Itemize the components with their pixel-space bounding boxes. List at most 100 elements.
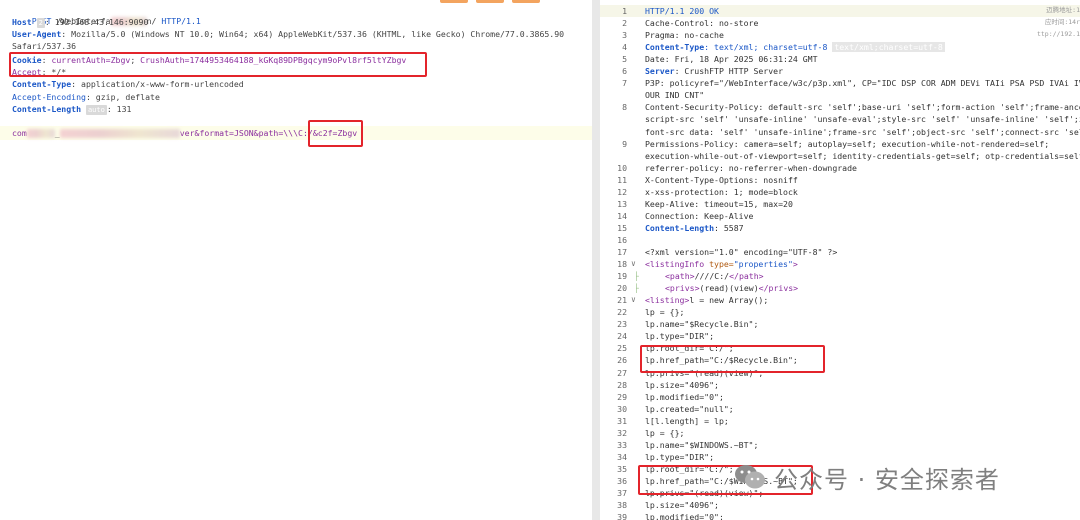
line-number: 15 bbox=[617, 222, 627, 233]
code-token: l[l.length] = lp; bbox=[645, 415, 729, 426]
side-note: 迈腾地址:1 bbox=[1046, 6, 1080, 14]
code-text: l[l.length] = lp; bbox=[645, 415, 729, 427]
line-number: 14 bbox=[617, 210, 627, 221]
code-text: x-xss-protection: 1; mode=block bbox=[645, 186, 798, 198]
line-number: 25 bbox=[617, 343, 627, 354]
code-text: Cache-Control: no-store bbox=[645, 17, 758, 29]
toolbar-button[interactable] bbox=[476, 0, 504, 3]
code-token: <path> bbox=[665, 271, 695, 282]
code-text: lp.modified="0"; bbox=[645, 511, 724, 520]
code-token: Content-Length bbox=[645, 222, 715, 233]
code-token: lp.modified="0"; bbox=[645, 391, 724, 402]
request-line: POST /WebInterfan/ HTTP/1.1 bbox=[12, 5, 201, 26]
code-token: script-src 'self' 'unsafe-inline' 'unsaf… bbox=[645, 114, 1080, 125]
code-text: lp.size="4096"; bbox=[645, 379, 719, 391]
line-number: 1 bbox=[622, 6, 627, 16]
toolbar-button[interactable] bbox=[512, 0, 540, 3]
body-text: ver&format=JSON&path= bbox=[179, 128, 284, 138]
line-number: 13 bbox=[617, 198, 627, 209]
response-line: 8 Content-Security-Policy: default-src 's… bbox=[600, 101, 1080, 113]
code-token: lp.type="DIR"; bbox=[645, 451, 715, 462]
response-line: 20 ├ <privs>(read)(view)</privs> bbox=[600, 282, 1080, 294]
response-line: 32 lp = {}; bbox=[600, 427, 1080, 439]
code-token: Pragma: no-cache bbox=[645, 30, 724, 41]
code-text: X-Content-Type-Options: nosniff bbox=[645, 174, 798, 186]
header-content-type: Content-Type: application/x-www-form-url… bbox=[12, 79, 244, 90]
request-panel[interactable]: POST /WebInterfan/ HTTP/1.1 Host 2: 192.… bbox=[0, 0, 592, 520]
code-token: OUR IND CNT" bbox=[645, 90, 705, 101]
response-line: font-src data: 'self' 'unsafe-inline';fr… bbox=[600, 126, 1080, 138]
line-number: 28 bbox=[617, 379, 627, 390]
response-line: 6 Server: CrushFTP HTTP Server bbox=[600, 65, 1080, 77]
line-number: 21 bbox=[617, 295, 627, 306]
host-chip: 2 bbox=[36, 18, 45, 28]
line-number: 17 bbox=[617, 247, 627, 257]
code-text: <privs>(read)(view)</privs> bbox=[665, 282, 798, 294]
watermark-text: 公众号 · 安全探索者 bbox=[774, 465, 1000, 494]
code-text: Content-Type: text/xml; charset=utf-8 te… bbox=[645, 41, 945, 53]
response-line: 38 lp.size="4096"; bbox=[600, 499, 1080, 511]
line-number: 39 bbox=[617, 512, 627, 520]
response-line: 9 Permissions-Policy: camera=self; autopl… bbox=[600, 138, 1080, 150]
code-text: OUR IND CNT" bbox=[645, 89, 704, 101]
response-line: 28 lp.size="4096"; bbox=[600, 379, 1080, 391]
code-token: </privs> bbox=[758, 283, 799, 294]
code-text: lp = {}; bbox=[645, 427, 684, 439]
code-token: referrer-policy: no-referrer-when-downgr… bbox=[645, 162, 857, 173]
response-line: OUR IND CNT" bbox=[600, 89, 1080, 101]
code-token: P3P: policyref="/WebInterface/w3c/p3p.xm… bbox=[645, 78, 1080, 89]
response-line: 4 Content-Type: text/xml; charset=utf-8 t… bbox=[600, 41, 1080, 53]
response-line: 7 P3P: policyref="/WebInterface/w3c/p3p.x… bbox=[600, 77, 1080, 89]
line-number: 18 bbox=[617, 259, 627, 270]
code-token: <listing> bbox=[645, 295, 690, 306]
code-text: Content-Length: 5587 bbox=[645, 222, 744, 234]
response-line: execution-while-out-of-viewport=self; id… bbox=[600, 150, 1080, 162]
side-note: ttp://192.1 bbox=[1036, 30, 1080, 38]
code-text: lp.type="DIR"; bbox=[645, 330, 714, 342]
response-line: 18 ∨ <listingInfo type="properties"> bbox=[600, 258, 1080, 270]
request-protocol: HTTP/1.1 bbox=[161, 16, 201, 26]
response-line: 22 lp = {}; bbox=[600, 306, 1080, 318]
header-user-agent-cont: Safari/537.36 bbox=[12, 41, 76, 52]
request-toolbar bbox=[0, 0, 592, 3]
line-number: 22 bbox=[617, 307, 627, 318]
response-line: 24 lp.type="DIR"; bbox=[600, 330, 1080, 342]
redacted-area bbox=[26, 129, 55, 138]
line-number: 38 bbox=[617, 500, 627, 511]
code-token: Content-Security-Policy: default-src 'se… bbox=[645, 102, 1080, 113]
response-panel[interactable]: 1 HTTP/1.1 200 OK 2 Cache-Control: no-store… bbox=[600, 0, 1080, 520]
line-number: 5 bbox=[622, 54, 627, 65]
content-type-chip: text/xml;charset=utf-8 bbox=[832, 42, 945, 53]
code-text: lp.type="DIR"; bbox=[645, 451, 714, 463]
code-token: HTTP/1.1 200 OK bbox=[645, 6, 719, 16]
code-token: x-xss-protection: 1; mode=block bbox=[645, 186, 798, 197]
code-token: lp.type="DIR"; bbox=[645, 331, 715, 342]
panel-divider[interactable] bbox=[592, 0, 600, 520]
header-key: Host bbox=[12, 17, 32, 27]
header-accept-encoding: Accept-Encoding: gzip, deflate bbox=[12, 92, 160, 103]
response-line: 19 ├ <path>////C:/</path> bbox=[600, 270, 1080, 282]
code-text: <listing>l = new Array(); bbox=[645, 294, 768, 306]
fold-chevron-icon[interactable]: ∨ bbox=[631, 294, 636, 306]
code-text: Date: Fri, 18 Apr 2025 06:31:24 GMT bbox=[645, 53, 818, 65]
line-number: 12 bbox=[617, 186, 627, 197]
code-text: referrer-policy: no-referrer-when-downgr… bbox=[645, 162, 857, 174]
header-host: Host 2: 192.168.43.146:9090 bbox=[12, 17, 148, 28]
header-key: Accept-Encoding bbox=[12, 92, 86, 102]
line-number: 29 bbox=[617, 391, 627, 402]
code-text: lp.name="$WINDOWS.~BT"; bbox=[645, 439, 758, 451]
code-text: font-src data: 'self' 'unsafe-inline';fr… bbox=[645, 126, 1080, 138]
code-text: <path>////C:/</path> bbox=[665, 270, 764, 282]
fold-chevron-icon[interactable]: ∨ bbox=[631, 258, 636, 270]
code-token: : text/xml; charset=utf-8 bbox=[704, 42, 833, 53]
code-token: execution-while-out-of-viewport=self; id… bbox=[645, 150, 1080, 161]
code-token: l = new Array(); bbox=[689, 295, 769, 306]
code-text: Connection: Keep-Alive bbox=[645, 210, 753, 222]
code-token: lp.size="4096"; bbox=[645, 379, 719, 390]
code-token: lp.name="$WINDOWS.~BT"; bbox=[645, 439, 759, 450]
toolbar-button[interactable] bbox=[440, 0, 468, 3]
code-text: HTTP/1.1 200 OK bbox=[645, 5, 719, 17]
watermark: 公众号 · 安全探索者 bbox=[734, 459, 1000, 495]
header-value: Safari/537.36 bbox=[12, 41, 77, 51]
response-line: 3 Pragma: no-cache bbox=[600, 29, 1080, 41]
